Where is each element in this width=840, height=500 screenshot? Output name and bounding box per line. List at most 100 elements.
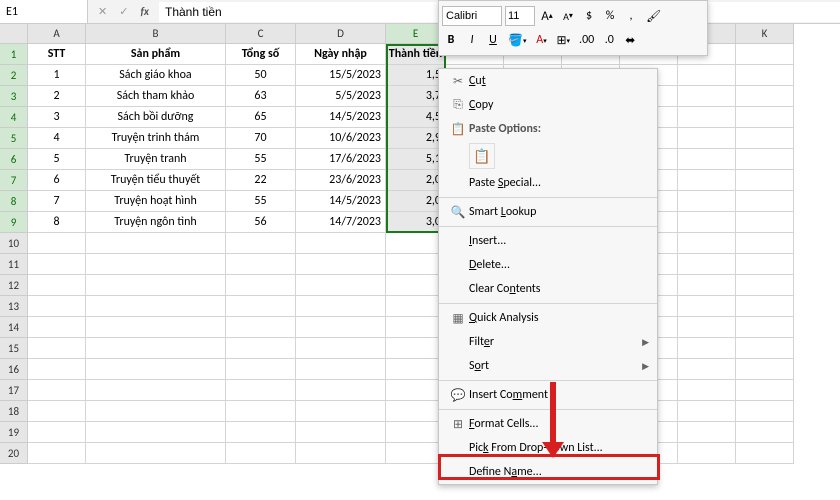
cell[interactable]: 10/6/2023 — [296, 128, 386, 149]
row-header[interactable]: 10 — [0, 233, 28, 254]
cell[interactable]: 2,9 — [386, 128, 446, 149]
row-header[interactable]: 12 — [0, 275, 28, 296]
borders-icon[interactable]: ⊞▾ — [553, 30, 573, 50]
cell[interactable] — [28, 254, 86, 275]
cell[interactable] — [386, 275, 446, 296]
cell[interactable] — [736, 401, 794, 422]
cell[interactable] — [736, 170, 794, 191]
menu-copy[interactable]: ⎘Copy — [439, 93, 657, 117]
format-painter-icon[interactable]: 🖌 — [643, 6, 664, 26]
cell[interactable]: 22 — [226, 170, 296, 191]
row-header[interactable]: 18 — [0, 401, 28, 422]
cell[interactable]: 55 — [226, 191, 296, 212]
menu-smart-lookup[interactable]: 🔍Smart Lookup — [439, 200, 657, 224]
cell[interactable] — [736, 233, 794, 254]
cell[interactable] — [28, 275, 86, 296]
menu-delete[interactable]: Delete... — [439, 253, 657, 277]
cell[interactable] — [296, 338, 386, 359]
cell[interactable] — [226, 338, 296, 359]
cell[interactable] — [386, 443, 446, 464]
cell[interactable] — [86, 380, 226, 401]
cell[interactable] — [736, 275, 794, 296]
decrease-decimal-icon[interactable]: .0 — [600, 30, 618, 50]
cell[interactable] — [296, 317, 386, 338]
cell[interactable]: Sách giáo khoa — [86, 65, 226, 86]
cell[interactable] — [296, 401, 386, 422]
cell[interactable] — [226, 275, 296, 296]
col-header[interactable]: E — [386, 24, 446, 44]
cell[interactable]: 1 — [28, 65, 86, 86]
cell[interactable] — [296, 422, 386, 443]
cell[interactable]: 3,7 — [386, 86, 446, 107]
cell[interactable]: Sách bồi dưỡng — [86, 107, 226, 128]
menu-clear[interactable]: Clear Contents — [439, 277, 657, 301]
cell[interactable] — [736, 443, 794, 464]
cell[interactable] — [678, 233, 736, 254]
fill-color-icon[interactable]: 🪣▾ — [505, 30, 529, 50]
cell[interactable]: Truyện hoạt hình — [86, 191, 226, 212]
row-header[interactable]: 4 — [0, 107, 28, 128]
row-header[interactable]: 9 — [0, 212, 28, 233]
cell[interactable]: 3 — [28, 107, 86, 128]
cell[interactable] — [386, 422, 446, 443]
row-header[interactable]: 13 — [0, 296, 28, 317]
cell[interactable] — [86, 296, 226, 317]
increase-decimal-icon[interactable]: .00 — [576, 30, 597, 50]
row-header[interactable]: 19 — [0, 422, 28, 443]
cell[interactable] — [296, 443, 386, 464]
cell[interactable]: 56 — [226, 212, 296, 233]
cell[interactable]: Truyện trinh thám — [86, 128, 226, 149]
cell[interactable]: 7 — [28, 191, 86, 212]
row-header[interactable]: 1 — [0, 44, 28, 65]
cell[interactable]: 5 — [28, 149, 86, 170]
cells-grid[interactable]: STTSản phẩmTổng sốNgày nhậpThành tiền1Sá… — [28, 44, 794, 464]
cell[interactable] — [86, 443, 226, 464]
cell[interactable]: 4 — [28, 128, 86, 149]
row-header[interactable]: 11 — [0, 254, 28, 275]
cell[interactable] — [386, 296, 446, 317]
row-header[interactable]: 20 — [0, 443, 28, 464]
cell[interactable]: 55 — [226, 149, 296, 170]
cell[interactable] — [678, 443, 736, 464]
cell[interactable]: 4,5 — [386, 107, 446, 128]
cell[interactable] — [386, 338, 446, 359]
currency-icon[interactable]: $ — [580, 6, 598, 26]
cell[interactable] — [226, 317, 296, 338]
cell[interactable]: 17/6/2023 — [296, 149, 386, 170]
cell[interactable] — [736, 128, 794, 149]
cell[interactable] — [386, 401, 446, 422]
cell[interactable] — [736, 149, 794, 170]
cell[interactable]: Tổng số — [226, 44, 296, 65]
percent-icon[interactable]: % — [601, 6, 619, 26]
cell[interactable]: 23/6/2023 — [296, 170, 386, 191]
row-header[interactable]: 5 — [0, 128, 28, 149]
cell[interactable] — [28, 359, 86, 380]
cell[interactable]: 63 — [226, 86, 296, 107]
cell[interactable] — [86, 317, 226, 338]
cell[interactable]: 1,5 — [386, 65, 446, 86]
menu-cut[interactable]: ✂Cut — [439, 69, 657, 93]
cell[interactable] — [28, 233, 86, 254]
select-all-corner[interactable] — [0, 24, 28, 44]
cancel-icon[interactable]: ✕ — [94, 5, 111, 18]
increase-font-icon[interactable]: A▴ — [538, 6, 556, 26]
menu-sort[interactable]: Sort▶ — [439, 354, 657, 378]
cell[interactable] — [86, 338, 226, 359]
cell[interactable] — [86, 359, 226, 380]
font-color-icon[interactable]: A▾ — [532, 30, 550, 50]
cell[interactable] — [28, 401, 86, 422]
row-header[interactable]: 2 — [0, 65, 28, 86]
cell[interactable]: 50 — [226, 65, 296, 86]
cell[interactable] — [736, 422, 794, 443]
cell[interactable] — [678, 317, 736, 338]
row-header[interactable]: 17 — [0, 380, 28, 401]
cell[interactable] — [736, 44, 794, 65]
cell[interactable] — [386, 359, 446, 380]
col-header[interactable]: D — [296, 24, 386, 44]
cell[interactable] — [736, 380, 794, 401]
cell[interactable] — [86, 233, 226, 254]
cell[interactable]: 5,1 — [386, 149, 446, 170]
cell[interactable]: 2,0 — [386, 170, 446, 191]
menu-pick-dropdown[interactable]: Pick From Drop-down List... — [439, 436, 657, 460]
menu-insert-comment[interactable]: 💬Insert Comment — [439, 383, 657, 407]
